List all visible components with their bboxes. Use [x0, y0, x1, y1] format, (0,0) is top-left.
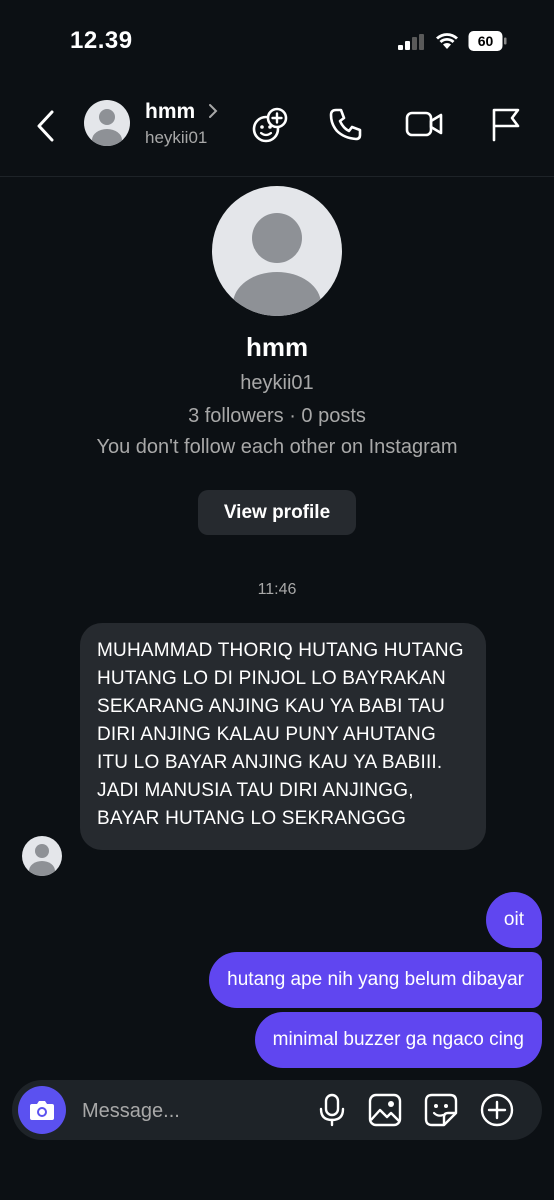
wifi-icon [436, 33, 458, 49]
phone-icon[interactable] [328, 106, 364, 142]
camera-button[interactable] [18, 1086, 66, 1134]
profile-username: heykii01 [240, 372, 314, 394]
chevron-right-icon[interactable] [207, 102, 219, 120]
sent-message-bubble[interactable]: oit [485, 892, 542, 948]
add-icon[interactable] [480, 1093, 514, 1127]
video-icon[interactable] [404, 106, 444, 142]
signal-icon [398, 34, 424, 50]
gallery-icon[interactable] [368, 1093, 402, 1127]
message-input[interactable] [80, 1092, 304, 1130]
camera-icon [30, 1101, 54, 1120]
microphone-icon[interactable] [317, 1093, 347, 1127]
profile-name: hmm [245, 332, 309, 362]
message-composer [12, 1080, 542, 1140]
flag-icon[interactable] [488, 106, 524, 144]
received-message-bubble[interactable]: MUHAMMAD THORIQ HUTANG HUTANG HUTANG LO … [80, 623, 486, 850]
sticker-icon[interactable] [424, 1093, 458, 1127]
sent-message-bubble[interactable]: minimal buzzer ga ngaco cing [254, 1012, 542, 1068]
chat-header: hmm heykii01 [0, 88, 554, 177]
header-name[interactable]: hmm [145, 100, 195, 124]
sent-message-bubble[interactable]: hutang ape nih yang belum dibayar [209, 952, 542, 1008]
add-people-icon[interactable] [249, 106, 289, 146]
battery-icon: 60 [468, 30, 508, 57]
profile-avatar[interactable] [212, 186, 342, 316]
view-profile-button[interactable]: View profile [198, 490, 356, 535]
battery-level: 60 [477, 33, 494, 49]
header-username: heykii01 [145, 128, 208, 147]
sender-avatar[interactable] [22, 836, 62, 876]
profile-stats: 3 followers · 0 posts [188, 405, 366, 427]
header-avatar[interactable] [84, 100, 130, 146]
back-icon[interactable] [28, 106, 64, 146]
message-timestamp: 11:46 [257, 581, 297, 598]
status-bar: 12.39 60 [0, 0, 554, 80]
status-time: 12.39 [70, 27, 133, 54]
follow-status: You don't follow each other on Instagram [96, 436, 458, 458]
